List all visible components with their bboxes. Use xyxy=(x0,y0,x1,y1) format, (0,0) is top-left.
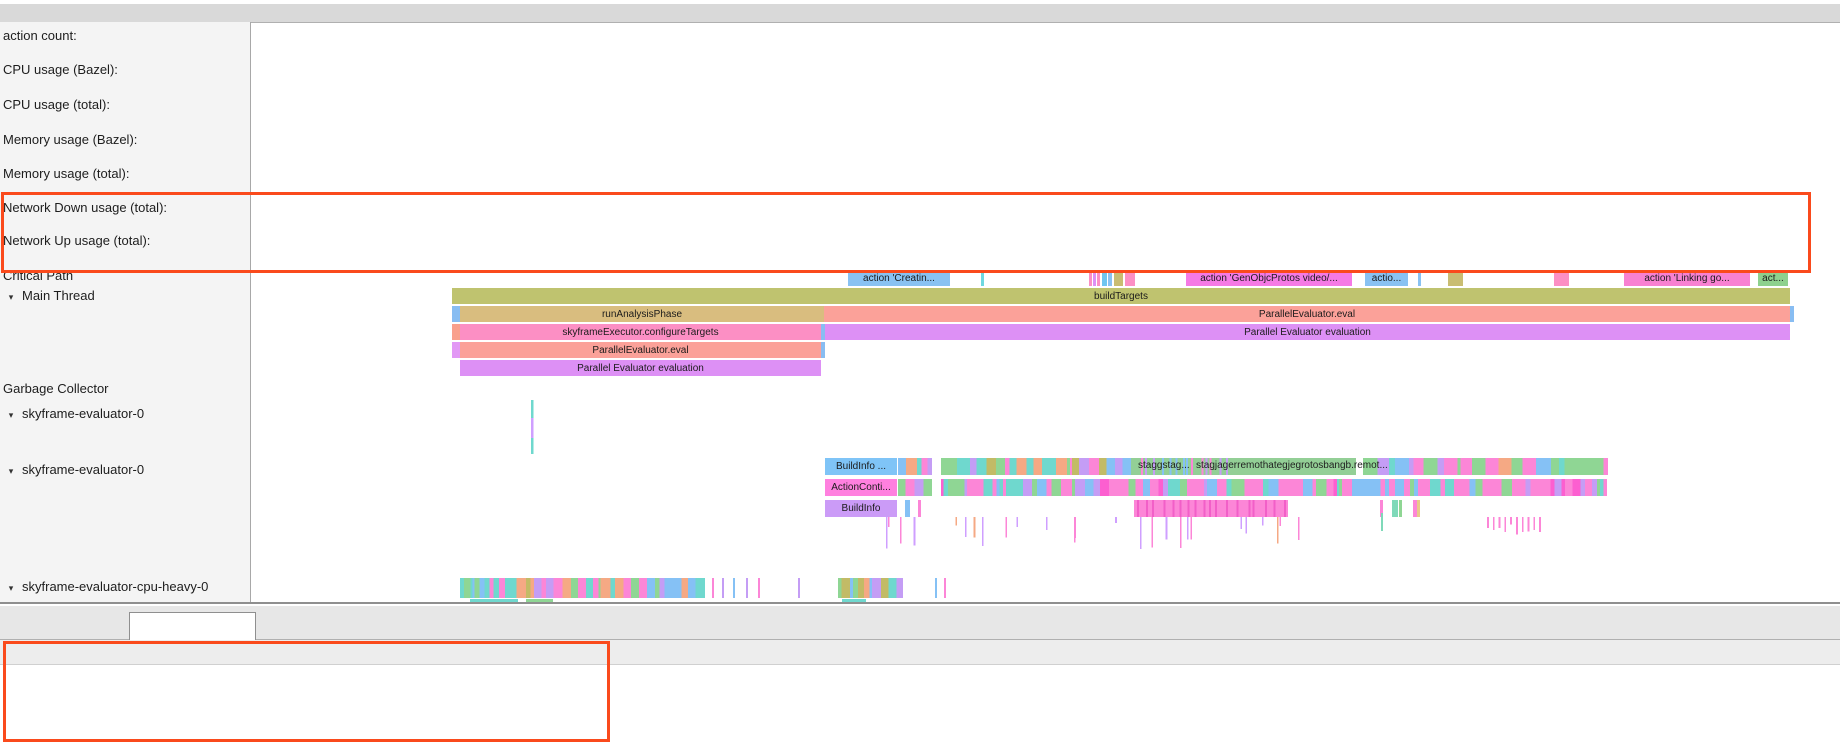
sidebar-track-label[interactable]: CPU usage (Bazel): xyxy=(0,62,248,77)
track-name-text: Network Down usage (total): xyxy=(3,200,167,215)
sidebar-track-label[interactable]: Garbage Collector xyxy=(0,381,248,396)
trace-slice[interactable]: actio... xyxy=(1365,270,1408,286)
track-name-text: CPU usage (Bazel): xyxy=(3,62,118,77)
sidebar-track-label[interactable]: ▾Main Thread xyxy=(0,288,248,303)
trace-slice[interactable]: act... xyxy=(1758,270,1788,286)
trace-slice[interactable] xyxy=(452,342,460,358)
sidebar-track-label[interactable]: ▾skyframe-evaluator-cpu-heavy-0 xyxy=(0,579,248,594)
trace-slice-label: runAnalysisPhase xyxy=(602,309,682,320)
trace-slice[interactable]: ParallelEvaluator.eval xyxy=(824,306,1790,322)
trace-slice[interactable] xyxy=(981,270,984,286)
trace-slice-label: action 'Creatin... xyxy=(863,273,935,284)
trace-slice[interactable] xyxy=(452,324,460,340)
trace-slice-label: ParallelEvaluator.eval xyxy=(1259,309,1355,320)
counter-table-header xyxy=(0,640,1840,665)
trace-slice-label: Parallel Evaluator evaluation xyxy=(1244,327,1371,338)
track-name-text: Network Up usage (total): xyxy=(3,233,150,248)
trace-slice[interactable]: action 'Creatin... xyxy=(848,270,950,286)
trace-slice[interactable]: ActionConti... xyxy=(825,479,897,496)
sidebar-track-label[interactable]: Memory usage (total): xyxy=(0,166,248,181)
sidebar-track-label[interactable]: Network Up usage (total): xyxy=(0,233,248,248)
trace-slice[interactable] xyxy=(1093,270,1096,286)
trace-slice[interactable]: runAnalysisPhase xyxy=(460,306,824,322)
track-name-text: CPU usage (total): xyxy=(3,97,110,112)
track-name-text: Garbage Collector xyxy=(3,381,109,396)
trace-viewer: action 'Creatin... action 'GenObjcProtos … xyxy=(0,0,1840,742)
details-panel xyxy=(0,602,1840,742)
trace-slice[interactable] xyxy=(1108,270,1112,286)
trace-slice-label: act... xyxy=(1762,273,1784,284)
track-name-text: Memory usage (total): xyxy=(3,166,129,181)
trace-slice[interactable]: ParallelEvaluator.eval xyxy=(460,342,821,358)
trace-slice-label: actio... xyxy=(1372,273,1401,284)
chevron-down-icon: ▾ xyxy=(0,583,22,594)
trace-slice[interactable]: Parallel Evaluator evaluation xyxy=(825,324,1790,340)
track-name-text: skyframe-evaluator-0 xyxy=(22,462,144,477)
sidebar-track-label[interactable]: action count: xyxy=(0,28,248,43)
overlapping-slice-label: stagjagerremothategjegrotosbangb.remot..… xyxy=(1196,460,1388,471)
track-name-text: action count: xyxy=(3,28,77,43)
sidebar-track-label[interactable]: ▾skyframe-evaluator-0 xyxy=(0,406,248,421)
sidebar-track-label[interactable]: CPU usage (total): xyxy=(0,97,248,112)
trace-slice[interactable] xyxy=(1125,270,1135,286)
trace-slice-label: buildTargets xyxy=(1094,291,1148,302)
trace-slice-label: ActionConti... xyxy=(831,482,890,493)
trace-slice[interactable]: buildTargets xyxy=(452,288,1790,304)
trace-slice[interactable] xyxy=(1418,270,1421,286)
trace-slice-label: BuildInfo ... xyxy=(836,461,886,472)
track-name-text: skyframe-evaluator-0 xyxy=(22,406,144,421)
trace-slice[interactable]: BuildInfo ... xyxy=(825,458,897,475)
chevron-down-icon: ▾ xyxy=(0,292,22,303)
trace-slice-label: skyframeExecutor.configureTargets xyxy=(562,327,718,338)
trace-slice-label: ParallelEvaluator.eval xyxy=(592,345,688,356)
trace-slice[interactable] xyxy=(1554,270,1569,286)
trace-slice[interactable] xyxy=(452,306,460,322)
chevron-down-icon: ▾ xyxy=(0,410,22,421)
trace-slice-label: action 'Linking go... xyxy=(1644,273,1729,284)
tab-counter-sample[interactable] xyxy=(129,612,256,642)
trace-slice-label: BuildInfo xyxy=(842,503,881,514)
track-name-text: Main Thread xyxy=(22,288,95,303)
sidebar-track-label[interactable]: Memory usage (Bazel): xyxy=(0,132,248,147)
trace-slice[interactable]: action 'GenObjcProtos video/... xyxy=(1186,270,1352,286)
track-name-text: Critical Path xyxy=(3,268,73,283)
trace-slice[interactable]: skyframeExecutor.configureTargets xyxy=(460,324,821,340)
trace-slice[interactable]: Parallel Evaluator evaluation xyxy=(460,360,821,376)
details-tab-bar xyxy=(0,606,1840,640)
trace-slice-label: Parallel Evaluator evaluation xyxy=(577,363,704,374)
trace-slice[interactable] xyxy=(1102,270,1107,286)
trace-slice[interactable]: action 'Linking go... xyxy=(1624,270,1750,286)
trace-slice[interactable] xyxy=(1097,270,1100,286)
sidebar-track-label[interactable]: Network Down usage (total): xyxy=(0,200,248,215)
chevron-down-icon: ▾ xyxy=(0,466,22,477)
track-name-text: Memory usage (Bazel): xyxy=(3,132,137,147)
track-name-sidebar: action count: CPU usage (Bazel): CPU usage… xyxy=(0,22,251,602)
trace-slice[interactable] xyxy=(1089,270,1092,286)
sidebar-track-label[interactable]: ▾skyframe-evaluator-0 xyxy=(0,462,248,477)
trace-slice[interactable] xyxy=(1448,270,1463,286)
track-name-text: skyframe-evaluator-cpu-heavy-0 xyxy=(22,579,208,594)
trace-slice[interactable] xyxy=(821,342,825,358)
trace-slice[interactable] xyxy=(1114,270,1123,286)
trace-slice-label: action 'GenObjcProtos video/... xyxy=(1200,273,1338,284)
trace-slice[interactable]: BuildInfo xyxy=(825,500,897,517)
sidebar-track-label[interactable]: Critical Path xyxy=(0,268,248,283)
trace-slice[interactable] xyxy=(1790,306,1794,322)
overlapping-slice-label: staggstag... xyxy=(1138,460,1190,471)
